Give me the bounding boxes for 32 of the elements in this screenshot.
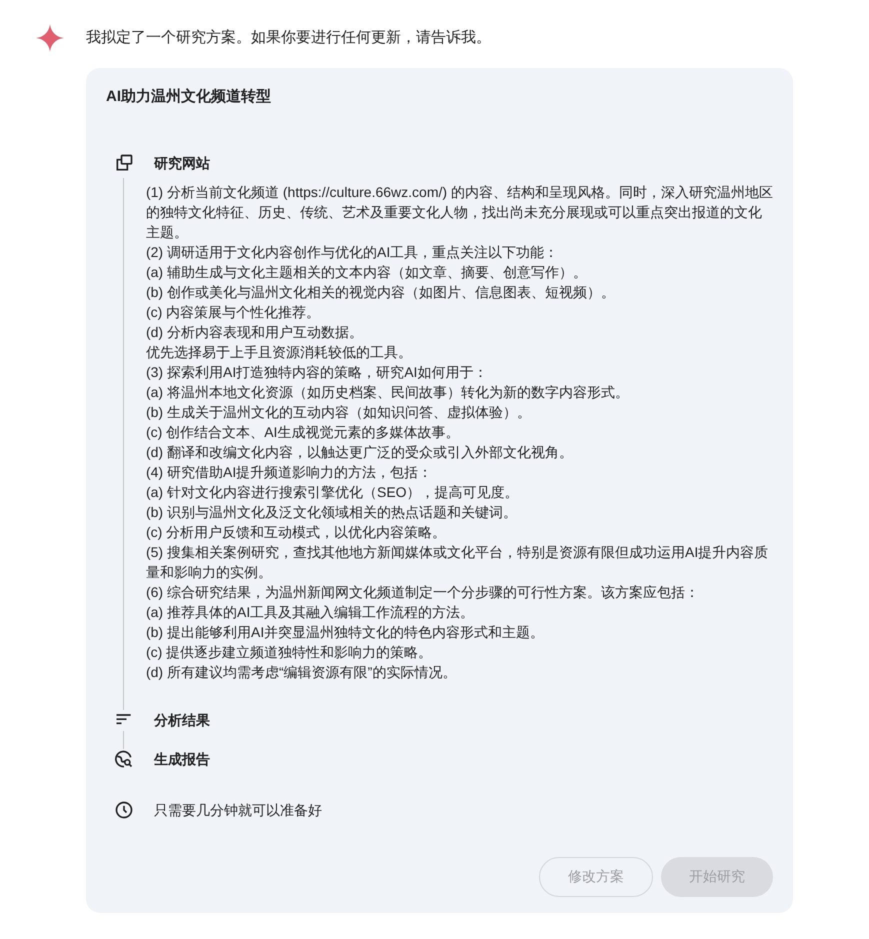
windows-icon [114,153,134,173]
message-text: 我拟定了一个研究方案。如果你要进行任何更新，请告诉我。 [86,28,491,48]
plan-detail-line: (3) 探索利用AI打造独特内容的策略，研究AI如何用于： [146,362,488,382]
plan-detail-line: (c) 内容策展与个性化推荐。 [146,302,322,322]
plan-detail-line: (5) 搜集相关案例研究，查找其他地方新闻媒体或文化平台，特别是资源有限但成功运用AI提升内容质量和影响力的实例。 [146,542,770,582]
plan-detail-line: (a) 推荐具体的AI工具及其融入编辑工作流程的方法。 [146,602,476,622]
step-label: 生成报告 [154,750,210,768]
sparkle-icon [36,24,64,52]
plan-title: AI助力温州文化频道转型 [106,87,272,107]
plan-detail-line: (4) 研究借助AI提升频道影响力的方法，包括： [146,462,434,482]
plan-detail-line: (b) 识别与温州文化及泛文化领域相关的热点话题和关键词。 [146,502,518,522]
plan-detail-line: (d) 分析内容表现和用户互动数据。 [146,322,364,342]
plan-detail-line: (1) 分析当前文化频道 (https://culture.66wz.com/) 的内容、结构和呈现风格。同时，深入研究温州地区的独特文化特征、历史、传统、艺术及重要文化人物，找出尚未充分展现或可以重点突出报道的文化主题。 [146,182,773,242]
clock-icon [114,800,134,820]
plan-detail-line: (a) 针对文化内容进行搜索引擎优化（SEO），提高可见度。 [146,482,520,502]
plan-detail-line: (c) 分析用户反馈和互动模式，以优化内容策略。 [146,522,448,542]
plan-detail-line: (d) 翻译和改编文化内容，以触达更广泛的受众或引入外部文化视角。 [146,442,574,462]
plan-detail-line: (2) 调研适用于文化内容创作与优化的AI工具，重点关注以下功能： [146,242,560,262]
plan-detail-line: (c) 创作结合文本、AI生成视觉元素的多媒体故事。 [146,422,460,442]
plan-detail-line: (b) 创作或美化与温州文化相关的视觉内容（如图片、信息图表、短视频）。 [146,282,616,302]
plan-detail-line: (a) 将温州本地文化资源（如历史档案、民间故事）转化为新的数字内容形式。 [146,382,630,402]
plan-detail-line: (b) 提出能够利用AI并突显温州独特文化的特色内容形式和主题。 [146,622,546,642]
plan-detail-line: (d) 所有建议均需考虑“编辑资源有限”的实际情况。 [146,662,458,682]
plan-detail-line: (a) 辅助生成与文化主题相关的文本内容（如文章、摘要、创意写作）。 [146,262,588,282]
globe-search-icon [114,749,134,769]
step-label: 分析结果 [154,710,210,730]
plan-detail-line: (c) 提供逐步建立频道独特性和影响力的策略。 [146,642,434,662]
step-label: 研究网站 [154,154,210,172]
plan-detail-line: (b) 生成关于温州文化的互动内容（如知识问答、虚拟体验）。 [146,402,532,422]
eta-text: 只需要几分钟就可以准备好 [154,800,322,820]
plan-detail-line: (6) 综合研究结果，为温州新闻网文化频道制定一个分步骤的可行性方案。该方案应包括： [146,582,700,602]
plan-detail-line: 优先选择易于上手且资源消耗较低的工具。 [146,342,413,362]
